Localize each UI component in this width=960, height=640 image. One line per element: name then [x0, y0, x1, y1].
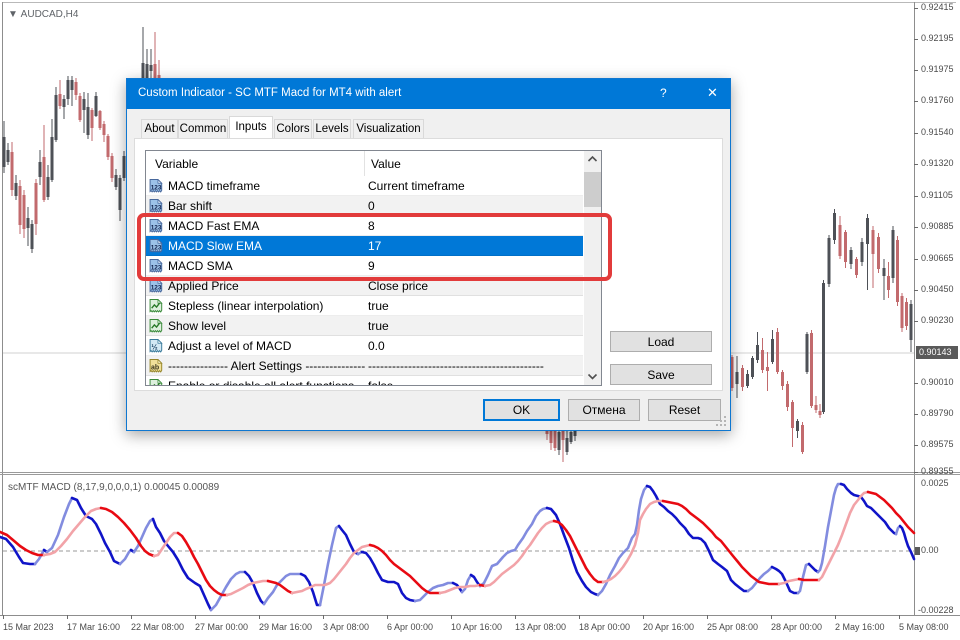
- svg-text:123: 123: [151, 185, 162, 192]
- svg-text:½: ½: [151, 342, 157, 351]
- svg-text:123: 123: [151, 285, 162, 292]
- svg-text:ab: ab: [151, 364, 159, 371]
- svg-text:123: 123: [151, 205, 162, 212]
